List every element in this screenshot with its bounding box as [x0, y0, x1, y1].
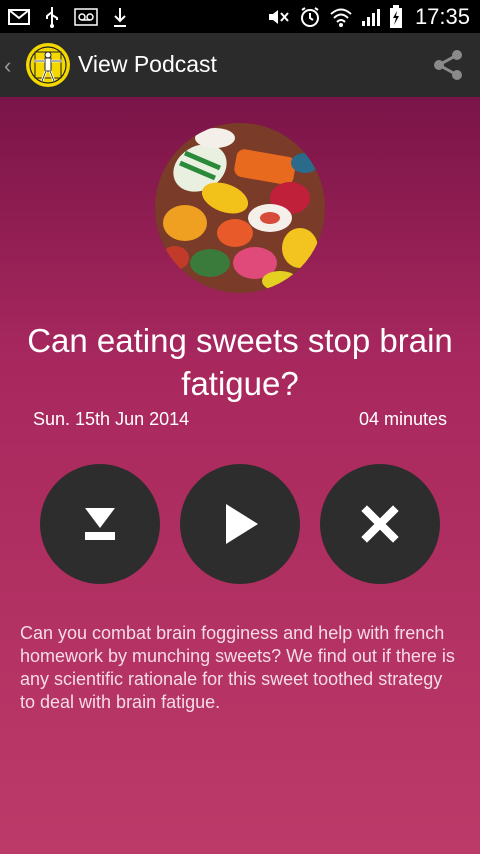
- status-right-icons: 17:35: [267, 0, 470, 33]
- battery-charging-icon: [389, 4, 402, 28]
- status-time: 17:35: [414, 3, 470, 29]
- download-button[interactable]: [40, 464, 160, 584]
- download-icon: [85, 508, 115, 540]
- vitruvian-man-logo[interactable]: [26, 43, 70, 87]
- podcast-date: Sun. 15th Jun 2014: [33, 409, 190, 429]
- status-bar: 17:35: [0, 0, 480, 33]
- back-chevron-icon[interactable]: ‹: [4, 53, 11, 79]
- delete-button[interactable]: [320, 464, 440, 584]
- alarm-icon: [300, 6, 319, 27]
- signal-icon: [361, 8, 380, 26]
- play-button[interactable]: [180, 464, 300, 584]
- close-icon: [361, 505, 399, 543]
- mute-icon: [268, 9, 289, 24]
- sweets-cover-art: [155, 123, 325, 293]
- play-icon: [226, 504, 258, 544]
- share-icon[interactable]: [430, 47, 466, 83]
- podcast-duration: 04 minutes: [358, 409, 447, 429]
- status-left-icons: [8, 0, 128, 33]
- download-icon: [114, 7, 126, 27]
- page-title: View Podcast: [78, 51, 217, 77]
- podcast-detail: Can eating sweets stop brain fatigue? Su…: [0, 97, 480, 854]
- podcast-title: Can eating sweets stop brain fatigue?: [27, 322, 453, 402]
- wifi-icon: [330, 8, 352, 27]
- action-bar: ‹ View Podcast: [0, 33, 480, 97]
- voicemail-icon: [74, 7, 98, 26]
- mail-icon: [8, 8, 30, 25]
- podcast-description: Can you combat brain fogginess and help …: [20, 623, 455, 712]
- usb-icon: [46, 6, 58, 28]
